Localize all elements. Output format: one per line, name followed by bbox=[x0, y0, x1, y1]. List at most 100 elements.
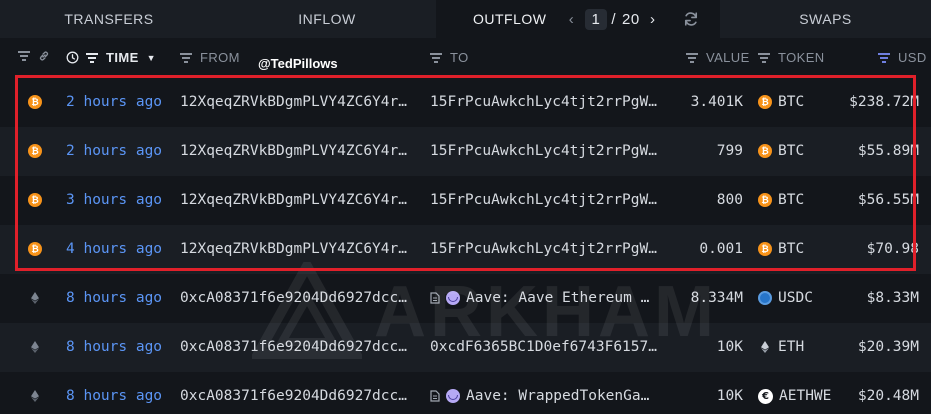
contract-doc-icon bbox=[430, 292, 440, 304]
from-address[interactable]: 12XqeqZRVkBDgmPLVY4ZC6Y4r… bbox=[180, 94, 416, 110]
link-icon[interactable] bbox=[38, 50, 50, 62]
header-value-label: VALUE bbox=[706, 50, 750, 65]
filter-icon[interactable] bbox=[430, 52, 442, 63]
header-chain-filter[interactable] bbox=[18, 50, 50, 62]
page-separator: / bbox=[611, 10, 617, 28]
to-address-text[interactable]: 15FrPcuAwkchLyc4tjt2rrPgW… bbox=[430, 94, 657, 110]
value-amount: 799 bbox=[716, 143, 743, 159]
to-address[interactable]: 15FrPcuAwkchLyc4tjt2rrPgW… bbox=[430, 143, 666, 159]
eth-icon bbox=[31, 341, 39, 353]
filter-icon[interactable] bbox=[18, 51, 30, 61]
header-token[interactable]: TOKEN bbox=[758, 50, 825, 65]
time-link[interactable]: 2 hours ago bbox=[66, 143, 162, 159]
from-address[interactable]: 0xcA08371f6e9204Dd6927dcc… bbox=[180, 339, 416, 355]
btc-icon: ₿ bbox=[28, 95, 42, 109]
table-row[interactable]: ₿ 4 hours ago 12XqeqZRVkBDgmPLVY4ZC6Y4r…… bbox=[0, 225, 931, 274]
value-amount: 10K bbox=[716, 388, 743, 404]
from-address[interactable]: 0xcA08371f6e9204Dd6927dcc… bbox=[180, 290, 416, 306]
header-value[interactable]: VALUE bbox=[686, 50, 750, 65]
refresh-icon[interactable] bbox=[682, 10, 700, 28]
current-page[interactable]: 1 bbox=[584, 8, 608, 30]
to-address-text[interactable]: Aave: Aave Ethereum … bbox=[466, 290, 649, 306]
to-address[interactable]: 15FrPcuAwkchLyc4tjt2rrPgW… bbox=[430, 94, 666, 110]
time-link[interactable]: 3 hours ago bbox=[66, 192, 162, 208]
eth-icon bbox=[31, 390, 39, 402]
eth-icon bbox=[31, 292, 39, 304]
aave-icon bbox=[446, 291, 460, 305]
total-pages: 20 bbox=[622, 10, 640, 28]
token-cell[interactable]: ₿ BTC bbox=[758, 94, 804, 110]
to-address-text[interactable]: Aave: WrappedTokenGa… bbox=[466, 388, 649, 404]
token-symbol: ETH bbox=[778, 339, 805, 355]
value-amount: 10K bbox=[716, 339, 743, 355]
time-link[interactable]: 8 hours ago bbox=[66, 339, 162, 355]
table-row[interactable]: 8 hours ago 0xcA08371f6e9204Dd6927dcc… A… bbox=[0, 274, 931, 323]
to-address-text[interactable]: 15FrPcuAwkchLyc4tjt2rrPgW… bbox=[430, 143, 657, 159]
from-address[interactable]: 12XqeqZRVkBDgmPLVY4ZC6Y4r… bbox=[180, 241, 416, 257]
flow-tabs: TRANSFERS INFLOW OUTFLOW ‹ 1 / 20 › SWAP… bbox=[0, 0, 931, 38]
table-row[interactable]: ₿ 3 hours ago 12XqeqZRVkBDgmPLVY4ZC6Y4r…… bbox=[0, 176, 931, 225]
time-link[interactable]: 4 hours ago bbox=[66, 241, 162, 257]
btc-coin-icon: ₿ bbox=[758, 193, 772, 207]
filter-icon[interactable] bbox=[86, 52, 98, 63]
header-token-label: TOKEN bbox=[778, 50, 825, 65]
table-row[interactable]: 8 hours ago 0xcA08371f6e9204Dd6927dcc… A… bbox=[0, 372, 931, 414]
table-row[interactable]: ₿ 2 hours ago 12XqeqZRVkBDgmPLVY4ZC6Y4r…… bbox=[0, 78, 931, 127]
token-cell[interactable]: ₿ BTC bbox=[758, 143, 804, 159]
to-address[interactable]: 15FrPcuAwkchLyc4tjt2rrPgW… bbox=[430, 241, 666, 257]
token-cell[interactable]: ₿ BTC bbox=[758, 241, 804, 257]
tab-outflow[interactable]: OUTFLOW ‹ 1 / 20 › bbox=[436, 0, 720, 38]
filter-icon[interactable] bbox=[758, 52, 770, 63]
tab-transfers[interactable]: TRANSFERS bbox=[0, 0, 218, 38]
header-from[interactable]: FROM bbox=[180, 50, 240, 65]
table-header: TIME ▼ FROM TO VALUE TOKEN USD bbox=[0, 38, 931, 78]
tab-outflow-label: OUTFLOW bbox=[473, 11, 547, 27]
btc-coin-icon: ₿ bbox=[758, 242, 772, 256]
token-cell[interactable]: € AETHWE bbox=[758, 388, 831, 404]
clock-icon bbox=[66, 51, 79, 64]
btc-icon: ₿ bbox=[28, 144, 42, 158]
table-row[interactable]: 8 hours ago 0xcA08371f6e9204Dd6927dcc… 0… bbox=[0, 323, 931, 372]
to-address-text[interactable]: 0xcdF6365BC1D0ef6743F6157… bbox=[430, 339, 657, 355]
header-usd-label: USD bbox=[898, 50, 927, 65]
from-address[interactable]: 0xcA08371f6e9204Dd6927dcc… bbox=[180, 388, 416, 404]
usd-amount: $55.89M bbox=[857, 143, 919, 159]
tab-inflow[interactable]: INFLOW bbox=[218, 0, 436, 38]
filter-icon[interactable] bbox=[686, 52, 698, 63]
from-address[interactable]: 12XqeqZRVkBDgmPLVY4ZC6Y4r… bbox=[180, 192, 416, 208]
usd-amount: $238.72M bbox=[849, 94, 919, 110]
header-to[interactable]: TO bbox=[430, 50, 469, 65]
token-symbol: BTC bbox=[778, 94, 805, 110]
token-cell[interactable]: ₿ BTC bbox=[758, 192, 804, 208]
time-link[interactable]: 8 hours ago bbox=[66, 290, 162, 306]
value-amount: 800 bbox=[716, 192, 743, 208]
sort-caret-icon[interactable]: ▼ bbox=[147, 53, 156, 63]
token-cell[interactable]: USDC bbox=[758, 290, 813, 306]
token-cell[interactable]: ETH bbox=[758, 339, 804, 355]
filter-icon[interactable] bbox=[180, 52, 192, 63]
filter-icon[interactable] bbox=[878, 52, 890, 63]
from-address[interactable]: 12XqeqZRVkBDgmPLVY4ZC6Y4r… bbox=[180, 143, 416, 159]
to-address[interactable]: 0xcdF6365BC1D0ef6743F6157… bbox=[430, 339, 666, 355]
btc-coin-icon: ₿ bbox=[758, 95, 772, 109]
header-from-label: FROM bbox=[200, 50, 240, 65]
header-usd[interactable]: USD bbox=[878, 50, 927, 65]
pagination: ‹ 1 / 20 › bbox=[565, 8, 660, 30]
header-time[interactable]: TIME ▼ bbox=[66, 50, 156, 65]
token-symbol: BTC bbox=[778, 192, 805, 208]
to-address[interactable]: Aave: Aave Ethereum … bbox=[430, 290, 666, 306]
to-address-text[interactable]: 15FrPcuAwkchLyc4tjt2rrPgW… bbox=[430, 192, 657, 208]
chevron-right-icon[interactable]: › bbox=[646, 11, 660, 28]
tab-swaps[interactable]: SWAPS bbox=[720, 0, 931, 38]
time-link[interactable]: 8 hours ago bbox=[66, 388, 162, 404]
btc-icon: ₿ bbox=[28, 193, 42, 207]
btc-icon: ₿ bbox=[28, 242, 42, 256]
table-row[interactable]: ₿ 2 hours ago 12XqeqZRVkBDgmPLVY4ZC6Y4r…… bbox=[0, 127, 931, 176]
usd-amount: $20.39M bbox=[857, 339, 919, 355]
to-address[interactable]: 15FrPcuAwkchLyc4tjt2rrPgW… bbox=[430, 192, 666, 208]
to-address[interactable]: Aave: WrappedTokenGa… bbox=[430, 388, 666, 404]
chevron-left-icon[interactable]: ‹ bbox=[565, 11, 579, 28]
time-link[interactable]: 2 hours ago bbox=[66, 94, 162, 110]
to-address-text[interactable]: 15FrPcuAwkchLyc4tjt2rrPgW… bbox=[430, 241, 657, 257]
token-symbol: BTC bbox=[778, 241, 805, 257]
